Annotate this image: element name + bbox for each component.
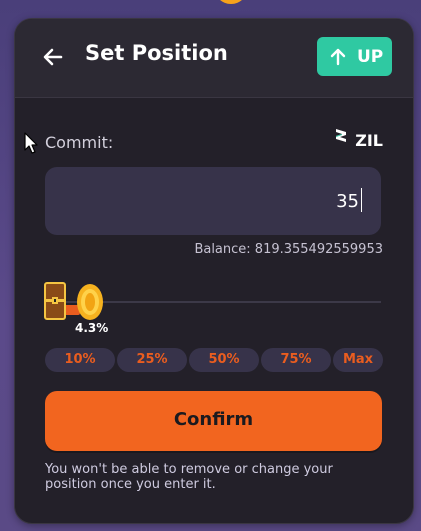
amount-field[interactable] bbox=[45, 167, 381, 235]
balance-text: Balance: 819.355492559953 bbox=[194, 242, 383, 257]
quick-select-50[interactable]: 50% bbox=[189, 348, 259, 372]
warning-text: You won't be able to remove or change yo… bbox=[45, 462, 333, 492]
slider-percent-label: 4.3% bbox=[75, 321, 109, 335]
up-arrow-icon bbox=[330, 48, 346, 66]
quick-select-25[interactable]: 25% bbox=[117, 348, 187, 372]
up-button-label: UP bbox=[357, 47, 384, 67]
commit-slider-track[interactable] bbox=[63, 301, 381, 303]
amount-input[interactable] bbox=[159, 189, 359, 213]
text-caret bbox=[361, 188, 362, 212]
page-title: Set Position bbox=[85, 41, 228, 65]
gold-coin-icon[interactable] bbox=[75, 282, 105, 322]
confirm-button-label: Confirm bbox=[173, 409, 254, 430]
mouse-cursor-icon bbox=[24, 132, 38, 154]
quick-select-max[interactable]: Max bbox=[333, 348, 383, 372]
quick-select-75[interactable]: 75% bbox=[261, 348, 331, 372]
top-decoration bbox=[214, 0, 248, 4]
token-display: ZIL bbox=[336, 129, 383, 153]
set-position-card: Set Position UP Commit: ZIL Balance: 819… bbox=[14, 18, 414, 524]
token-name: ZIL bbox=[355, 131, 383, 150]
commit-label: Commit: bbox=[45, 133, 114, 152]
treasure-chest-icon bbox=[44, 282, 66, 320]
card-header: Set Position UP bbox=[15, 19, 413, 98]
zil-logo-icon bbox=[336, 129, 347, 142]
back-arrow-icon[interactable] bbox=[41, 45, 65, 69]
quick-select-10[interactable]: 10% bbox=[45, 348, 115, 372]
confirm-button[interactable]: Confirm bbox=[45, 391, 382, 451]
quick-select-row: 10% 25% 50% 75% Max bbox=[45, 348, 383, 372]
up-button[interactable]: UP bbox=[317, 37, 392, 76]
